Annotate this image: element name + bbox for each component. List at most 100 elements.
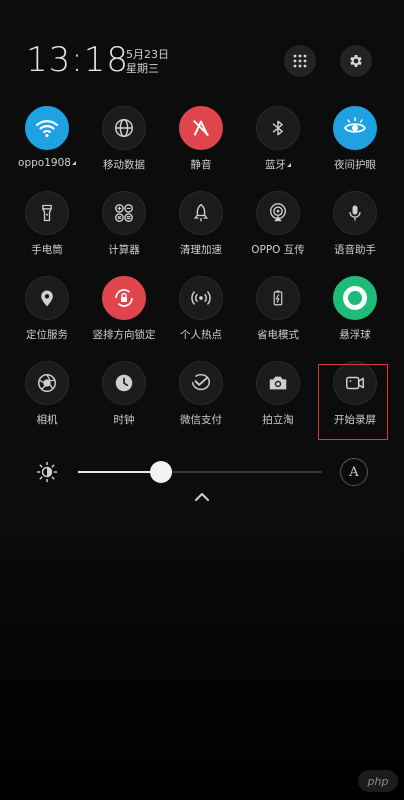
tile-eye-care[interactable]: 夜间护眼 (320, 106, 390, 172)
tile-label-text: 夜间护眼 (334, 159, 376, 171)
camera-shutter-icon (36, 372, 58, 394)
tile-label-text: 定位服务 (26, 329, 68, 341)
grid-dots-icon (293, 54, 307, 68)
tile-camera-shutter[interactable]: 相机 (12, 361, 82, 427)
tile-toggle-button[interactable] (333, 276, 377, 320)
tile-rocket[interactable]: 清理加速 (166, 191, 236, 257)
auto-brightness-button[interactable]: A (340, 458, 368, 486)
tile-mute[interactable]: 静音 (166, 106, 236, 172)
expand-caret-icon[interactable] (287, 163, 291, 167)
mobile-data-icon (113, 117, 135, 139)
tile-label-text: 省电模式 (257, 329, 299, 341)
tile-label: 微信支付 (166, 412, 236, 427)
edit-tiles-button[interactable] (284, 45, 316, 77)
tile-label: 时钟 (89, 412, 159, 427)
wechat-pay-icon (189, 372, 213, 394)
tile-label: OPPO 互传 (243, 242, 313, 257)
tile-toggle-button[interactable] (256, 191, 300, 235)
clock-time: 13:18 (26, 40, 129, 80)
brightness-track[interactable] (78, 471, 322, 473)
tile-label: oppo1908 (12, 157, 82, 169)
tile-toggle-button[interactable] (256, 276, 300, 320)
tile-label: 手电筒 (12, 242, 82, 257)
tile-label-text: 蓝牙 (265, 159, 286, 171)
tile-label-text: 拍立淘 (262, 414, 294, 426)
tile-toggle-button[interactable] (25, 106, 69, 150)
battery-saver-icon (269, 286, 287, 310)
tile-label: 静音 (166, 157, 236, 172)
tile-photo-search[interactable]: 拍立淘 (243, 361, 313, 427)
tile-share[interactable]: OPPO 互传 (243, 191, 313, 257)
tile-toggle-button[interactable] (179, 191, 223, 235)
tile-toggle-button[interactable] (102, 276, 146, 320)
tile-calculator[interactable]: 计算器 (89, 191, 159, 257)
rocket-icon (191, 202, 211, 224)
tile-label: 拍立淘 (243, 412, 313, 427)
tile-clock[interactable]: 时钟 (89, 361, 159, 427)
flashlight-icon (37, 202, 57, 224)
tile-toggle-button[interactable] (333, 191, 377, 235)
mute-icon (190, 117, 212, 139)
tile-rotation-lock[interactable]: 竖排方向锁定 (89, 276, 159, 342)
tile-floating-ball[interactable]: 悬浮球 (320, 276, 390, 342)
tile-location[interactable]: 定位服务 (12, 276, 82, 342)
date-block: 5月23日 星期三 (126, 48, 169, 76)
eye-care-icon (343, 116, 367, 140)
tile-toggle-button[interactable] (102, 106, 146, 150)
tile-label: 蓝牙 (243, 157, 313, 172)
tile-label-text: 相机 (36, 414, 58, 426)
tile-label: 竖排方向锁定 (89, 327, 159, 342)
brightness-icon (36, 461, 58, 483)
tile-bluetooth[interactable]: 蓝牙 (243, 106, 313, 172)
tile-hotspot[interactable]: 个人热点 (166, 276, 236, 342)
bluetooth-icon (268, 118, 288, 138)
tile-toggle-button[interactable] (25, 191, 69, 235)
tile-wechat-pay[interactable]: 微信支付 (166, 361, 236, 427)
tile-label: 语音助手 (320, 242, 390, 257)
tile-wifi[interactable]: oppo1908 (12, 106, 82, 169)
tile-microphone[interactable]: 语音助手 (320, 191, 390, 257)
tile-label-text: 清理加速 (180, 244, 222, 256)
photo-search-icon (267, 372, 289, 394)
tile-label: 个人热点 (166, 327, 236, 342)
tile-flashlight[interactable]: 手电筒 (12, 191, 82, 257)
tile-label: 省电模式 (243, 327, 313, 342)
tile-label-text: OPPO 互传 (251, 244, 305, 256)
tile-label-text: 计算器 (108, 244, 140, 256)
tile-toggle-button[interactable] (25, 276, 69, 320)
tile-toggle-button[interactable] (25, 361, 69, 405)
weekday-text: 星期三 (126, 62, 159, 75)
tile-battery-saver[interactable]: 省电模式 (243, 276, 313, 342)
brightness-thumb[interactable] (149, 461, 172, 483)
clock-icon (113, 372, 135, 394)
date-text: 5月23日 (126, 48, 169, 61)
tile-label: 定位服务 (12, 327, 82, 342)
wifi-icon (35, 116, 59, 140)
tile-label: 清理加速 (166, 242, 236, 257)
brightness-slider-row: A (0, 452, 404, 492)
tile-toggle-button[interactable] (179, 276, 223, 320)
tile-label-text: 静音 (190, 159, 212, 171)
share-icon (267, 202, 289, 224)
calculator-icon (113, 202, 135, 224)
tile-toggle-button[interactable] (102, 191, 146, 235)
tile-label-text: oppo1908 (18, 157, 71, 169)
tile-mobile-data[interactable]: 移动数据 (89, 106, 159, 172)
tile-toggle-button[interactable] (256, 106, 300, 150)
tile-label: 计算器 (89, 242, 159, 257)
settings-button[interactable] (340, 45, 372, 77)
tile-label-text: 竖排方向锁定 (92, 329, 156, 341)
tile-label: 移动数据 (89, 157, 159, 172)
tile-toggle-button[interactable] (333, 106, 377, 150)
highlight-annotation-box (318, 364, 388, 440)
tile-toggle-button[interactable] (102, 361, 146, 405)
collapse-chevron-up-icon[interactable] (192, 490, 212, 504)
tile-toggle-button[interactable] (179, 106, 223, 150)
expand-caret-icon[interactable] (71, 161, 76, 165)
tile-label-text: 语音助手 (334, 244, 376, 256)
tile-label-text: 个人热点 (180, 329, 222, 341)
floating-ball-icon (341, 284, 369, 312)
tile-toggle-button[interactable] (256, 361, 300, 405)
background-shade (0, 540, 404, 800)
tile-toggle-button[interactable] (179, 361, 223, 405)
